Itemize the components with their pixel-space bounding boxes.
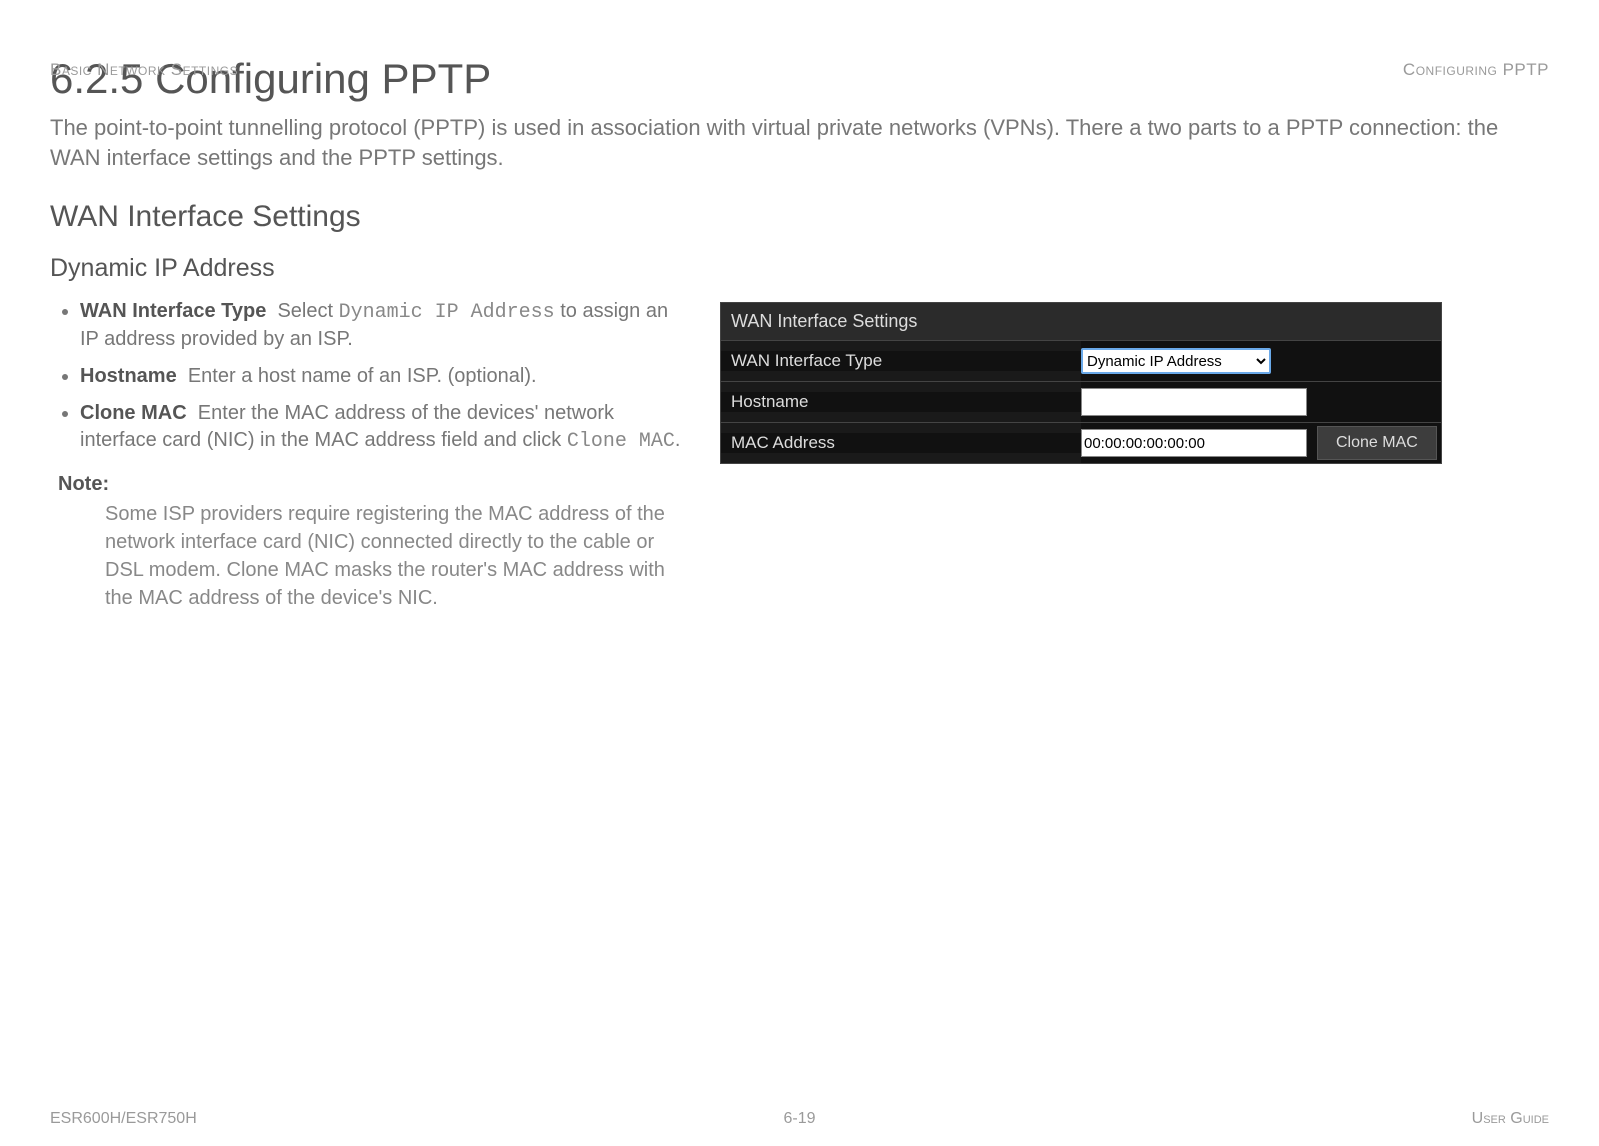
bullet-list: WAN Interface Type Select Dynamic IP Add… [50,298,690,455]
bullet-label: Hostname [80,365,177,387]
subsection-dynamic-ip: Dynamic IP Address [50,254,1549,283]
section-wan-settings: WAN Interface Settings [50,200,1549,234]
bullet-label: WAN Interface Type [80,300,266,322]
label-hostname: Hostname [721,392,1081,412]
header-left: Basic Network Settings [50,60,238,80]
bullet-clone-mac: Clone MAC Enter the MAC address of the d… [80,400,690,455]
intro-paragraph: The point-to-point tunnelling protocol (… [50,113,1549,172]
clone-mac-button[interactable]: Clone MAC [1317,426,1437,460]
note-body: Some ISP providers require registering t… [105,500,665,612]
bullet-mono: Clone MAC [567,430,675,453]
row-wan-type: WAN Interface Type Dynamic IP Address [721,341,1441,382]
wan-settings-panel: WAN Interface Settings WAN Interface Typ… [720,302,1442,464]
bullet-wan-type: WAN Interface Type Select Dynamic IP Add… [80,298,690,353]
bullet-mono: Dynamic IP Address [339,301,555,324]
label-mac: MAC Address [721,433,1081,453]
panel-title: WAN Interface Settings [721,303,1441,341]
mac-input[interactable] [1081,429,1307,457]
wan-type-select[interactable]: Dynamic IP Address [1081,348,1271,374]
bullet-label: Clone MAC [80,402,187,424]
hostname-input[interactable] [1081,388,1307,416]
bullet-text: Enter a host name of an ISP. (optional). [188,365,537,387]
bullet-text-pre: Select [277,300,338,322]
row-hostname: Hostname [721,382,1441,423]
footer-center: 6-19 [0,1110,1599,1128]
bullet-text-post: . [675,429,681,451]
header-right: Configuring PPTP [1403,60,1549,80]
label-wan-type: WAN Interface Type [721,351,1081,371]
bullet-hostname: Hostname Enter a host name of an ISP. (o… [80,363,690,390]
row-mac: MAC Address Clone MAC [721,423,1441,463]
page-title: 6.2.5 Configuring PPTP [50,55,1549,103]
note-heading: Note: [58,473,690,496]
footer-right: User Guide [1472,1110,1549,1128]
